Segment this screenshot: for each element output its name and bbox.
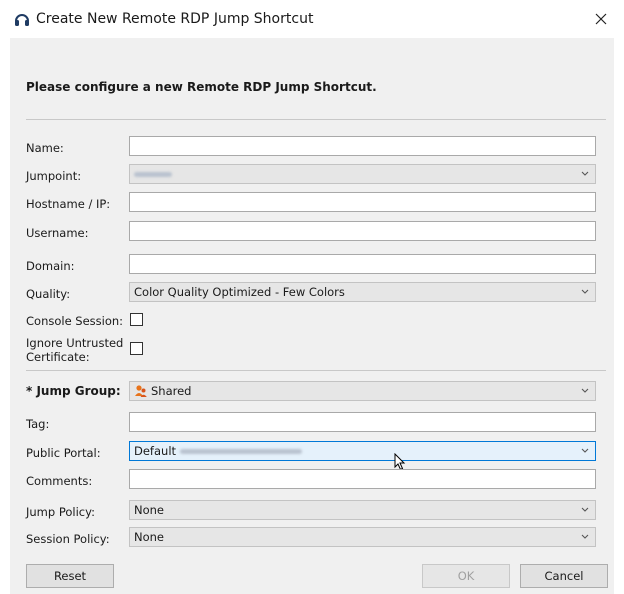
- jumpoint-label: Jumpoint:: [26, 169, 82, 183]
- close-icon: [595, 13, 607, 25]
- comments-field[interactable]: [129, 469, 596, 489]
- jump-group-label: * Jump Group:: [26, 384, 121, 398]
- quality-value: Color Quality Optimized - Few Colors: [134, 285, 345, 299]
- intro-text: Please configure a new Remote RDP Jump S…: [26, 80, 377, 94]
- public-portal-label: Public Portal:: [26, 446, 101, 460]
- headset-icon: [15, 14, 29, 26]
- public-portal-value: Default: [134, 444, 177, 458]
- group-icon: [135, 385, 147, 397]
- username-label: Username:: [26, 226, 89, 240]
- jump-group-value: Shared: [151, 384, 192, 398]
- jumpoint-dropdown[interactable]: [129, 164, 596, 184]
- separator: [26, 370, 606, 371]
- hostname-label: Hostname / IP:: [26, 197, 111, 211]
- redacted-jumpoint: [134, 172, 172, 177]
- separator: [26, 119, 606, 120]
- session-policy-label: Session Policy:: [26, 532, 110, 546]
- session-policy-dropdown[interactable]: None: [129, 527, 596, 547]
- tag-field[interactable]: [129, 412, 596, 432]
- ignore-cert-checkbox[interactable]: [130, 342, 143, 355]
- reset-button[interactable]: Reset: [26, 564, 114, 588]
- chevron-down-icon: [581, 448, 589, 453]
- jump-policy-value: None: [134, 503, 165, 517]
- redacted-portal-url: [180, 449, 303, 454]
- chevron-down-icon: [581, 507, 589, 512]
- jump-policy-dropdown[interactable]: None: [129, 500, 596, 520]
- name-field[interactable]: [129, 136, 596, 156]
- name-label: Name:: [26, 141, 64, 155]
- ignore-cert-label-line1: Ignore Untrusted: [26, 336, 124, 350]
- console-session-checkbox[interactable]: [130, 313, 143, 326]
- console-session-label: Console Session:: [26, 314, 124, 328]
- ignore-cert-label-line2: Certificate:: [26, 350, 90, 364]
- window-title: Create New Remote RDP Jump Shortcut: [36, 11, 314, 27]
- close-button[interactable]: [578, 0, 624, 38]
- jump-policy-label: Jump Policy:: [26, 505, 95, 519]
- username-field[interactable]: [129, 221, 596, 241]
- session-policy-value: None: [134, 530, 165, 544]
- title-bar: Create New Remote RDP Jump Shortcut: [0, 0, 624, 38]
- chevron-down-icon: [581, 171, 589, 176]
- jump-group-dropdown[interactable]: Shared: [129, 381, 596, 401]
- domain-label: Domain:: [26, 259, 75, 273]
- dialog-body: Please configure a new Remote RDP Jump S…: [10, 38, 614, 594]
- quality-dropdown[interactable]: Color Quality Optimized - Few Colors: [129, 282, 596, 302]
- public-portal-dropdown[interactable]: Default: [129, 441, 596, 461]
- chevron-down-icon: [581, 534, 589, 539]
- domain-field[interactable]: [129, 254, 596, 274]
- comments-label: Comments:: [26, 474, 93, 488]
- chevron-down-icon: [581, 388, 589, 393]
- quality-label: Quality:: [26, 287, 71, 301]
- ok-button[interactable]: OK: [422, 564, 510, 588]
- tag-label: Tag:: [26, 417, 50, 431]
- hostname-field[interactable]: [129, 192, 596, 212]
- cancel-button[interactable]: Cancel: [520, 564, 608, 588]
- chevron-down-icon: [581, 289, 589, 294]
